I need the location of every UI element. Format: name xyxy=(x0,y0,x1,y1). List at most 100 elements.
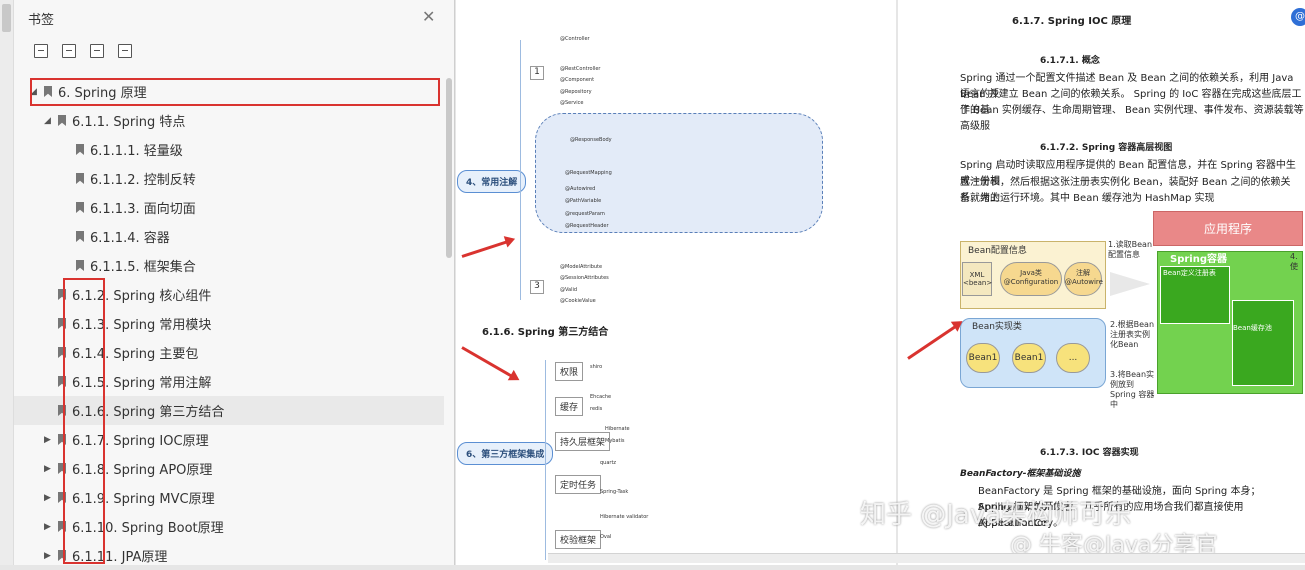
group-3: 3 xyxy=(530,280,544,294)
bookmark-label: 6.1.1.3. 面向切面 xyxy=(90,202,196,217)
annotation-node: 注解 @Autowire xyxy=(1064,262,1103,296)
strip-thumb[interactable] xyxy=(2,4,11,32)
bookmark-flag-icon xyxy=(76,231,84,242)
collapse-all-icon[interactable] xyxy=(62,44,76,58)
mm-item: @requestParam xyxy=(565,211,605,217)
mm-item: @Autowired xyxy=(565,186,596,192)
bookmark-label: 6.1.1.2. 控制反转 xyxy=(90,173,196,188)
highlight-box xyxy=(63,278,105,564)
expand-all-icon[interactable] xyxy=(34,44,48,58)
watermark: 知乎 @Java架构师可乐 xyxy=(860,500,1132,530)
bookmark-item[interactable]: 6.1.1.3. 面向切面 xyxy=(14,193,444,222)
thumbnail-strip[interactable] xyxy=(0,0,14,565)
heading: BeanFactory-框架基础设施 xyxy=(960,469,1081,479)
diagram-label: 3.将Bean实 例放到Spring 容器中 xyxy=(1110,370,1155,409)
heading: 6.1.7.3. IOC 容器实现 xyxy=(1040,448,1139,458)
mm-item: Hibernate validator xyxy=(600,514,649,520)
diagram-label: 4.使 xyxy=(1290,252,1298,271)
mm-item: @RestController xyxy=(560,66,601,72)
mm-node: 定时任务 xyxy=(555,475,602,494)
java-class-node: Java类 @Configuration xyxy=(1000,262,1062,296)
mm-item: @CookieValue xyxy=(560,298,596,304)
bookmark-flag-icon xyxy=(58,115,66,126)
highlight-box xyxy=(30,78,440,106)
bean-node: ... xyxy=(1056,343,1090,373)
expand-arrow-icon[interactable]: ▶ xyxy=(44,522,54,532)
mm-item: @SessionAttributes xyxy=(560,275,609,281)
bookmark-item[interactable]: ◢ 6.1.1. Spring 特点 xyxy=(14,106,444,135)
mm-item: @Component xyxy=(560,77,595,83)
paragraph-line: 了 Bean 实例缓存、生命周期管理、 Bean 实例代理、事件发布、资源装载等… xyxy=(960,105,1304,132)
mm-item: quartz xyxy=(600,460,617,466)
bean-node: Bean1 xyxy=(1012,343,1046,373)
app-box: 应用程序 xyxy=(1153,211,1303,246)
bookmark-flag-icon xyxy=(76,260,84,271)
bookmark-item[interactable]: 6.1.1.1. 轻量级 xyxy=(14,135,444,164)
expand-arrow-icon[interactable]: ▶ xyxy=(44,464,54,474)
heading: 6.1.7.2. Spring 容器高层视图 xyxy=(1040,143,1173,153)
bean-pool-box xyxy=(1232,300,1294,386)
mm-node: 缓存 xyxy=(555,397,584,416)
group-1: 1 xyxy=(530,66,544,80)
heading: 6.1.7. Spring IOC 原理 xyxy=(1012,16,1132,27)
mm-item: @ResponseBody xyxy=(570,137,612,143)
xml-doc-icon: XML <bean> xyxy=(962,262,992,296)
mm-item: Ehcache xyxy=(590,394,612,400)
diagram-label: Bean缓存池 xyxy=(1233,324,1272,332)
bookmark-flag-icon xyxy=(76,202,84,213)
pdf-page-left xyxy=(456,0,896,565)
mm-item: Mybatis xyxy=(605,438,625,444)
section-heading: 6.1.6. Spring 第三方结合 xyxy=(482,327,609,338)
mm-node: 持久层框架 xyxy=(555,432,611,451)
corner-badge-icon: @ xyxy=(1291,8,1305,26)
bookmark-flag-icon xyxy=(76,144,84,155)
mm-item: @ModelAttribute xyxy=(560,264,603,270)
expand-arrow-icon[interactable]: ▶ xyxy=(44,435,54,445)
add-bookmark-icon[interactable] xyxy=(90,44,104,58)
mm-item: @Valid xyxy=(560,287,578,293)
paragraph-line: 备就绪的运行环境。其中 Bean 缓存池为 HashMap 实现 xyxy=(960,193,1215,204)
sidebar-scrollbar[interactable] xyxy=(446,78,452,258)
horizontal-scrollbar[interactable] xyxy=(548,553,1305,563)
bookmark-toolbar xyxy=(34,44,132,58)
mm-item: @RequestMapping xyxy=(565,170,612,176)
bookmark-sidebar: 书签 ✕ ◢ 6. Spring 原理 ◢ 6.1.1. Spring 特点 6.1… xyxy=(0,0,455,565)
expand-arrow-icon[interactable]: ▶ xyxy=(44,493,54,503)
mm-item: @Service xyxy=(560,100,584,106)
diagram-label: Bean实现类 xyxy=(972,322,1022,332)
diagram-label: Spring容器 xyxy=(1170,254,1227,265)
mm-item: @PathVariable xyxy=(565,198,602,204)
mm-item: @RequestHeader xyxy=(565,223,609,229)
connector xyxy=(545,360,546,560)
mm-item: redis xyxy=(590,406,603,412)
mm-item: Spring-Task xyxy=(600,489,629,495)
bookmark-label: 6.1.1. Spring 特点 xyxy=(72,115,186,130)
expand-arrow-icon[interactable]: ▶ xyxy=(44,551,54,561)
connector xyxy=(520,40,521,300)
flow-arrow-icon xyxy=(1110,272,1150,296)
bean-node: Bean1 xyxy=(966,343,1000,373)
bookmark-item[interactable]: 6.1.1.5. 框架集合 xyxy=(14,251,444,280)
bookmark-label: 6.1.1.5. 框架集合 xyxy=(90,260,196,275)
close-icon[interactable]: ✕ xyxy=(422,7,435,26)
mm-node: 权限 xyxy=(555,362,584,381)
mindmap-root: 6、第三方框架集成 xyxy=(457,442,554,465)
mm-item: @Repository xyxy=(560,89,592,95)
bookmark-label: 6.1.1.4. 容器 xyxy=(90,231,170,246)
mindmap-root: 4、常用注解 xyxy=(457,170,527,193)
heading: 6.1.7.1. 概念 xyxy=(1040,56,1100,66)
diagram-label: 2.根据Bean 注册表实例 化Bean xyxy=(1110,320,1155,349)
mm-node: 校验框架 xyxy=(555,530,602,549)
diagram-label: Bean配置信息 xyxy=(968,246,1027,256)
bookmark-flag-icon xyxy=(76,173,84,184)
bookmark-item[interactable]: 6.1.1.2. 控制反转 xyxy=(14,164,444,193)
mm-item: shiro xyxy=(590,364,603,370)
diagram-label: Bean定义注册表 xyxy=(1163,269,1216,277)
bookmark-item[interactable]: 6.1.1.4. 容器 xyxy=(14,222,444,251)
bookmark-label: 6.1.1.1. 轻量级 xyxy=(90,144,183,159)
mm-item: Oval xyxy=(600,534,612,540)
mm-item: Hibernate xyxy=(605,426,630,432)
bookmark-icon[interactable] xyxy=(118,44,132,58)
collapse-arrow-icon[interactable]: ◢ xyxy=(44,116,54,126)
diagram-label: 1.读取Bean 配置信息 xyxy=(1108,240,1153,259)
